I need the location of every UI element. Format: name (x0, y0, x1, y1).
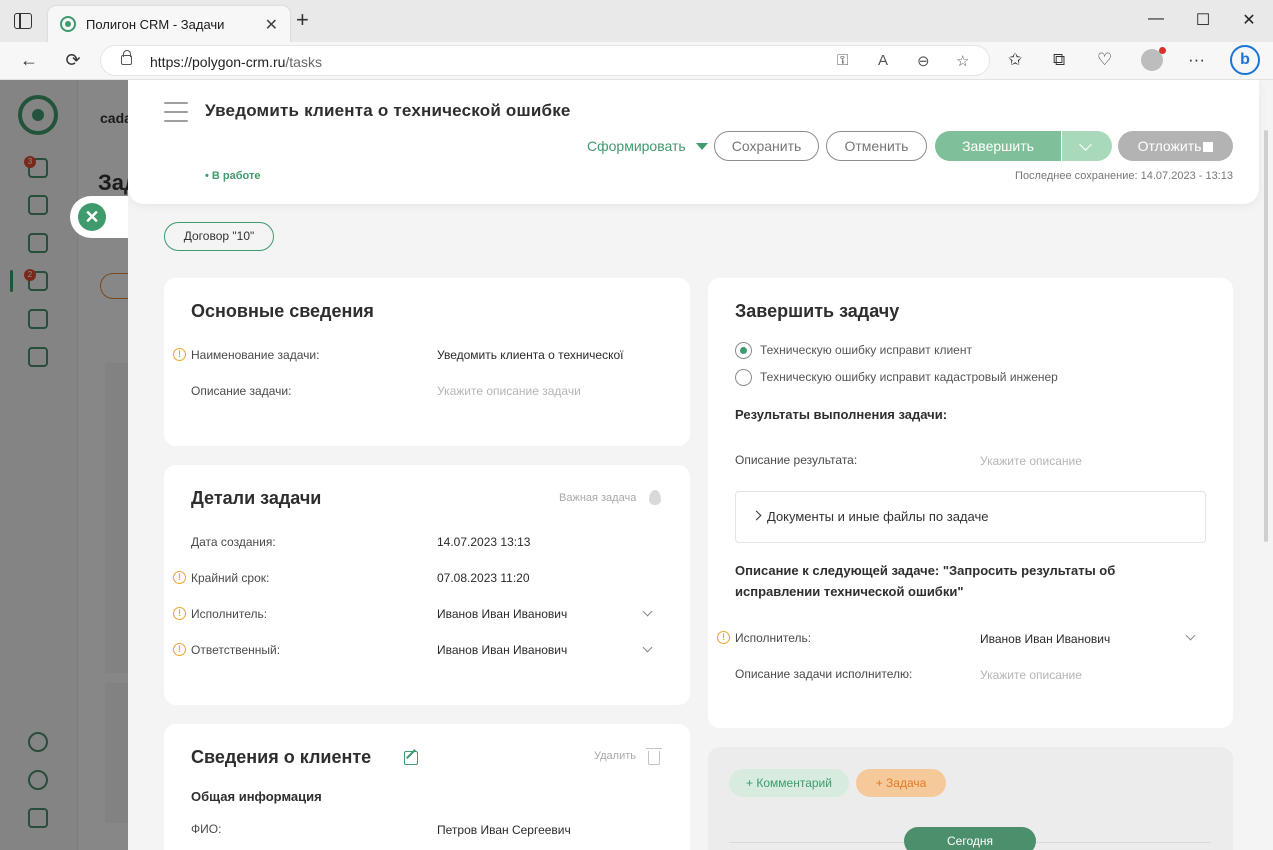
general-info-heading: Общая информация (191, 789, 322, 804)
postpone-square-icon (1203, 142, 1214, 152)
fio-value: Петров Иван Сергеевич (437, 823, 571, 837)
maximize-icon[interactable]: ☐ (1193, 10, 1213, 30)
task-details-card: Детали задачи Важная задача Дата создани… (164, 465, 690, 705)
cancel-button[interactable]: Отменить (826, 131, 927, 161)
results-heading: Результаты выполнения задачи: (735, 407, 948, 422)
next-assignee-label: Исполнитель: (735, 631, 812, 645)
task-details-title: Детали задачи (191, 488, 322, 508)
task-name-input[interactable]: Уведомить клиента о техническої (437, 348, 624, 362)
browser-health-icon[interactable]: ♡ (1097, 50, 1112, 70)
add-task-button[interactable]: + Задача (856, 769, 946, 797)
contract-link[interactable]: Договор "10" (164, 222, 274, 251)
radio-engineer-fixes-label[interactable]: Техническую ошибку исправит кадастровый … (760, 370, 1058, 384)
created-date-value: 14.07.2023 13:13 (437, 535, 531, 549)
warning-icon: ! (173, 607, 186, 620)
form-caret-icon[interactable] (696, 143, 708, 150)
zoom-icon[interactable]: ⊖ (917, 52, 930, 70)
read-aloud-icon[interactable]: A (878, 52, 888, 69)
assignee-label: Исполнитель: (191, 607, 268, 621)
responsible-label: Ответственный: (191, 643, 281, 657)
save-button[interactable]: Сохранить (714, 131, 819, 161)
warning-icon: ! (173, 348, 186, 361)
result-description-input[interactable]: Укажите описание (980, 454, 1082, 468)
assignee-description-label: Описание задачи исполнителю: (735, 667, 913, 681)
browser-toolbar: ← ⟳ https://polygon-crm.ru/tasks ⚿ A ⊖ ☆… (0, 42, 1273, 80)
more-menu-icon[interactable]: ··· (1188, 50, 1205, 70)
basic-info-title: Основные сведения (191, 301, 374, 321)
postpone-button[interactable]: Отложить (1118, 131, 1233, 161)
favicon-icon (60, 16, 76, 32)
assignee-select[interactable]: Иванов Иван Иванович (437, 607, 567, 621)
add-comment-button[interactable]: + Комментарий (729, 769, 849, 797)
bing-copilot-icon[interactable]: b (1230, 45, 1260, 75)
scrollbar[interactable] (1264, 130, 1268, 542)
deadline-input[interactable]: 07.08.2023 11:20 (437, 571, 530, 585)
lock-icon[interactable] (121, 50, 132, 65)
browser-titlebar: Полигон CRM - Задачи ✕ + — ☐ ✕ (0, 0, 1273, 42)
client-info-title: Сведения о клиенте (191, 747, 372, 767)
tab-close-icon[interactable]: ✕ (265, 15, 278, 35)
profile-avatar[interactable] (1141, 47, 1166, 71)
reload-icon[interactable]: ⟳ (62, 50, 84, 71)
address-bar[interactable]: https://polygon-crm.ru/tasks ⚿ A ⊖ ☆ (100, 45, 990, 76)
next-task-heading: Описание к следующей задаче: "Запросить … (735, 563, 1116, 599)
basic-info-card: Основные сведения ! Наименование задачи:… (164, 278, 690, 446)
edit-icon[interactable] (404, 751, 418, 765)
collections-icon[interactable]: ⧉ (1053, 50, 1065, 70)
chevron-down-icon[interactable] (1185, 630, 1196, 641)
client-info-card: Сведения о клиенте Удалить Общая информа… (164, 724, 690, 850)
tab-actions-icon[interactable] (14, 13, 32, 29)
radio-client-fixes-label[interactable]: Техническую ошибку исправит клиент (760, 343, 972, 357)
task-drawer: Уведомить клиента о технической ошибке С… (128, 80, 1273, 850)
menu-icon[interactable] (164, 102, 188, 124)
minimize-icon[interactable]: — (1146, 10, 1166, 28)
back-icon[interactable]: ← (18, 50, 40, 71)
chevron-right-icon (751, 510, 762, 521)
status-badge: • В работе (205, 170, 261, 182)
finish-dropdown-icon[interactable] (1062, 131, 1112, 161)
finish-button[interactable]: Завершить (935, 131, 1061, 161)
next-assignee-select[interactable]: Иванов Иван Иванович (980, 632, 1110, 646)
form-document-button[interactable]: Сформировать (587, 138, 686, 154)
fio-label: ФИО: (191, 822, 222, 836)
documents-accordion[interactable]: Документы и иные файлы по задаче (735, 491, 1206, 543)
flame-icon[interactable] (649, 490, 661, 505)
key-icon[interactable]: ⚿ (837, 52, 848, 69)
task-description-label: Описание задачи: (191, 384, 292, 398)
url-text[interactable]: https://polygon-crm.ru/tasks (150, 54, 322, 70)
finish-task-card: Завершить задачу Техническую ошибку испр… (708, 278, 1233, 728)
today-label: Сегодня (904, 827, 1036, 850)
radio-client-fixes[interactable] (735, 342, 752, 359)
result-description-label: Описание результата: (735, 453, 858, 467)
deadline-label: Крайний срок: (191, 571, 270, 585)
assignee-description-input[interactable]: Укажите описание (980, 668, 1082, 682)
window-close-icon[interactable]: ✕ (1239, 10, 1259, 30)
finish-task-title: Завершить задачу (735, 301, 900, 321)
last-saved-text: Последнее сохранение: 14.07.2023 - 13:13 (1015, 170, 1233, 182)
delete-client-button[interactable]: Удалить (594, 750, 636, 762)
trash-icon[interactable] (646, 748, 662, 765)
warning-icon: ! (173, 643, 186, 656)
important-task-label: Важная задача (559, 492, 637, 504)
documents-accordion-label: Документы и иные файлы по задаче (767, 509, 989, 524)
close-drawer-icon[interactable]: ✕ (78, 203, 106, 231)
task-description-input[interactable]: Укажите описание задачи (437, 384, 581, 398)
new-tab-icon[interactable]: + (296, 9, 309, 31)
created-date-label: Дата создания: (191, 535, 276, 549)
warning-icon: ! (173, 571, 186, 584)
tab-title: Полигон CRM - Задачи (86, 17, 225, 32)
task-title: Уведомить клиента о технической ошибке (205, 101, 571, 120)
chevron-down-icon[interactable] (642, 642, 653, 653)
favorite-star-icon[interactable]: ☆ (956, 52, 969, 70)
warning-icon: ! (717, 631, 730, 644)
browser-tab[interactable]: Полигон CRM - Задачи ✕ (48, 6, 290, 42)
favorites-icon[interactable]: ✩ (1008, 50, 1022, 70)
task-name-label: Наименование задачи: (191, 348, 320, 362)
activity-panel: + Комментарий + Задача Сегодня (708, 747, 1233, 850)
responsible-select[interactable]: Иванов Иван Иванович (437, 643, 567, 657)
chevron-down-icon[interactable] (642, 606, 653, 617)
radio-engineer-fixes[interactable] (735, 369, 752, 386)
task-header: Уведомить клиента о технической ошибке С… (128, 80, 1259, 204)
